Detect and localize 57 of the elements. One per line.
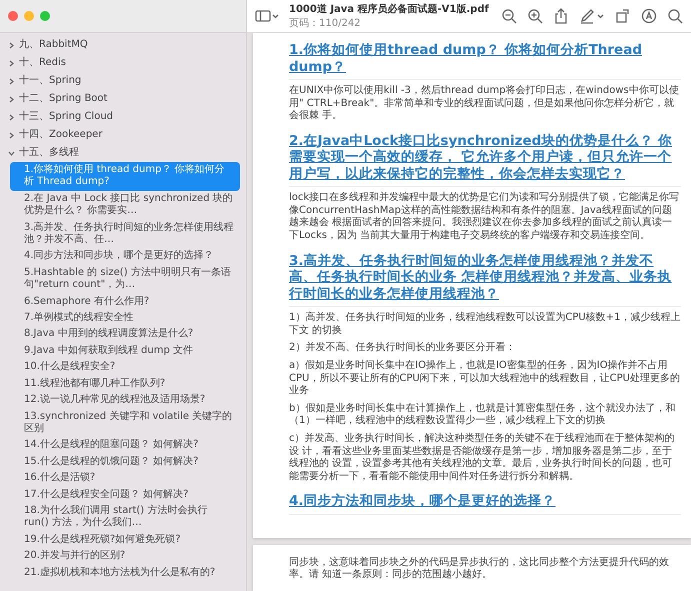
outline-item[interactable]: 21.虚拟机栈和本地方法栈为什么是私有的? [10, 564, 240, 581]
pencil-icon[interactable] [579, 8, 605, 24]
outline-item[interactable]: 九、RabbitMQ [19, 39, 88, 51]
section-heading[interactable]: 1.你将如何使用thread dump？ 你将如何分析Thread dump？ [289, 37, 681, 80]
paragraph: 在UNIX中你可以使用kill -3，然后thread dump将会打印日志，在windows中你可以使用" CTRL+Break"。非常简单和专业的线程面试问题，但是如果他问你怎样分析它，就会很棘 手。 [289, 85, 680, 123]
outline-item[interactable]: 2.在 Java 中 Lock 接口比 synchronized 块的优势是什么？ 你需要实… [10, 190, 240, 220]
outline-item[interactable]: 十三、Spring Cloud [19, 111, 114, 123]
chevron-icon[interactable] [8, 150, 15, 156]
outline-item[interactable]: 5.Hashtable 的 size() 方法中明明只有一条语句"return count"，为… [10, 264, 240, 294]
outline-item[interactable]: 13.synchronized 关键字和 volatile 关键字的区别 [10, 408, 240, 438]
chevron-icon[interactable] [8, 78, 15, 84]
paragraph: c）并发高、业务执行时间长，解决这种类型任务的关键不在于线程池而在于整体架构的设 计，看看这些业务里面某些数据是否能做缓存是第一步，增加服务器是第二步，至于线程池的 设置，设置参考其他有关线程池的文章。最后，业务执行时间长的问题，也可能需要分析一下，看看能不能使用中间件对任务进行拆分和解耦。 [289, 432, 676, 484]
outline-item[interactable]: 16.什么是活锁? [10, 470, 240, 487]
outline-item[interactable]: 19.什么是线程死锁?如何避免死锁? [10, 532, 240, 548]
outline-item[interactable]: 11.线程池都有哪几种工作队列? [10, 376, 240, 392]
close-icon[interactable] [8, 11, 18, 21]
outline-item[interactable]: 18.为什么我们调用 start() 方法时会执行 run() 方法，为什么我们… [10, 502, 240, 532]
outline-item[interactable]: 12.说一说几种常见的线程池及适用场景? [10, 392, 240, 408]
outline-item[interactable]: 十四、Zookeeper [19, 129, 102, 141]
outline-item[interactable]: 4.同步方法和同步块，哪个是更好的选择？ [10, 248, 240, 265]
sidebar-toggle-icon[interactable] [255, 8, 279, 24]
paragraph: a）假如是业务时间长集中在IO操作上，也就是IO密集型的任务，因为IO操作并不占用CPU，所以不要让所有的CPU闲下来，可以加大线程池中的线程数目，让CPU处理更多的业务 [289, 360, 681, 398]
zoom-in-icon[interactable] [527, 8, 543, 24]
outline-item[interactable]: 20.并发与并行的区别? [10, 548, 240, 565]
markup-icon[interactable] [641, 8, 657, 24]
chevron-icon[interactable] [8, 114, 15, 120]
outline-item[interactable]: 10.什么是线程安全? [10, 359, 240, 376]
page-number: 页码：110/242 [289, 17, 362, 30]
outline-item[interactable]: 3.高并发、任务执行时间短的业务怎样使用线程池？并发不高、任… [10, 220, 240, 248]
section-heading[interactable]: 4.同步方法和同步块，哪个是更好的选择？ [289, 488, 681, 515]
outline-item[interactable]: 8.Java 中用到的线程调度算法是什么? [10, 326, 240, 343]
outline-item[interactable]: 十、Redis [19, 57, 66, 69]
outline-item[interactable]: 15.什么是线程的饥饿问题？ 如何解决? [10, 454, 240, 470]
paragraph: 2）并发不高、任务执行时间长的业务要区分开看： [289, 342, 516, 355]
rotate-icon[interactable] [615, 8, 631, 24]
outline-item[interactable]: 十五、多线程 [19, 147, 79, 159]
zoom-out-icon[interactable] [501, 8, 517, 24]
outline-item[interactable]: 十一、Spring [19, 75, 82, 87]
paragraph: b）假如是业务时间长集中在计算操作上，也就是计算密集型任务，这个就没办法了，和（1）一样吧，线程池中的线程数设置得少一些，减少线程上下文的切换 [289, 402, 676, 428]
outline-item[interactable]: 9.Java 中如何获取到线程 dump 文件 [10, 342, 240, 360]
share-icon[interactable] [553, 8, 569, 24]
chevron-icon[interactable] [8, 60, 15, 66]
paragraph: 1）高并发、任务执行时间短的业务，线程池线程数可以设置为CPU核数+1，减少线程上下文 的切换 [289, 312, 681, 338]
chevron-icon[interactable] [8, 132, 15, 138]
document-title: 1000道 Java 程序员必备面试题-V1版.pdf [289, 2, 489, 16]
outline-item[interactable]: 6.Semaphore 有什么作用? [10, 294, 240, 310]
outline-item[interactable]: 14.什么是线程的阻塞问题？ 如何解决? [10, 437, 240, 454]
section-heading[interactable]: 2.在Java中Lock接口比synchronized块的优势是什么？ 你需要实现一个高效的缓存， 它允许多个用户读，但只允许一个用户写，以此来保持它的完整性，你会怎样去实现它？ [289, 128, 681, 188]
paragraph: 同步块，这意味着同步块之外的代码是异步执行的，这比同步整个方法更提升代码的效率。请 知道一条原则：同步的范围越小越好。 [289, 556, 670, 582]
section-heading[interactable]: 3.高并发、任务执行时间短的业务怎样使用线程池？并发不高、任务执行时间长的业务 怎样使用线程池？并发高、业务执行时间长的业务怎样使用线程池？ [289, 248, 681, 308]
paragraph: lock接口在多线程和并发编程中最大的优势是它们为读和写分别提供了锁，它能满足你写像ConcurrentHashMap这样的高性能数据结构和有条件的阻塞。Java线程面试的问题越来越会 根据面试者的回答来提问。我强烈建议在你去参加多线程的面试之前认真读一下Locks，因为 当前其大量用于构建电子交易终统的客户端缓存和交易连接空间。 [289, 192, 680, 243]
outline-item[interactable]: 17.什么是线程安全问题？ 如何解决? [10, 486, 240, 503]
chevron-icon[interactable] [8, 96, 15, 102]
outline-item[interactable]: 十二、Spring Boot [19, 93, 108, 105]
outline-item[interactable]: 7.单例模式的线程安全性 [10, 310, 240, 326]
chevron-icon[interactable] [8, 42, 15, 48]
search-icon[interactable] [667, 8, 683, 24]
